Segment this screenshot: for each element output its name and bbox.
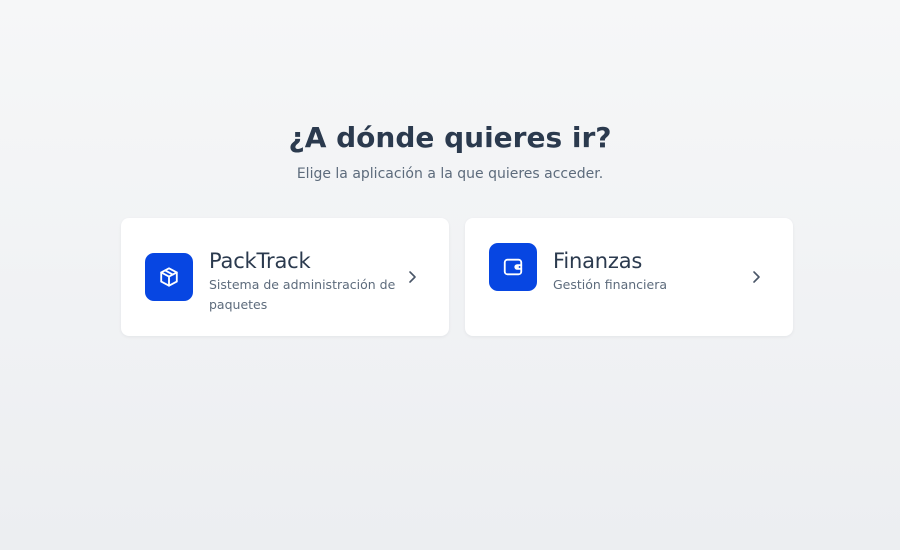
app-card-text: Finanzas Gestión financiera xyxy=(553,248,743,295)
app-selector-page: ¿A dónde quieres ir? Elige la aplicación… xyxy=(0,0,900,550)
app-card-packtrack[interactable]: PackTrack Sistema de administración de p… xyxy=(121,218,449,336)
chevron-right-icon xyxy=(405,270,419,284)
app-card-title: PackTrack xyxy=(209,249,311,273)
page-subtitle: Elige la aplicación a la que quieres acc… xyxy=(296,166,604,182)
app-card-description: Sistema de administración de paquetes xyxy=(209,277,396,312)
app-card-finanzas[interactable]: Finanzas Gestión financiera xyxy=(465,218,793,336)
package-icon xyxy=(145,253,193,301)
app-card-description: Gestión financiera xyxy=(553,277,668,292)
app-card-text: PackTrack Sistema de administración de p… xyxy=(209,248,399,315)
app-card-title: Finanzas xyxy=(553,249,643,273)
app-card-list: PackTrack Sistema de administración de p… xyxy=(121,218,793,336)
page-title: ¿A dónde quieres ir? xyxy=(288,121,612,154)
wallet-icon xyxy=(489,243,537,291)
chevron-right-icon xyxy=(749,270,763,284)
